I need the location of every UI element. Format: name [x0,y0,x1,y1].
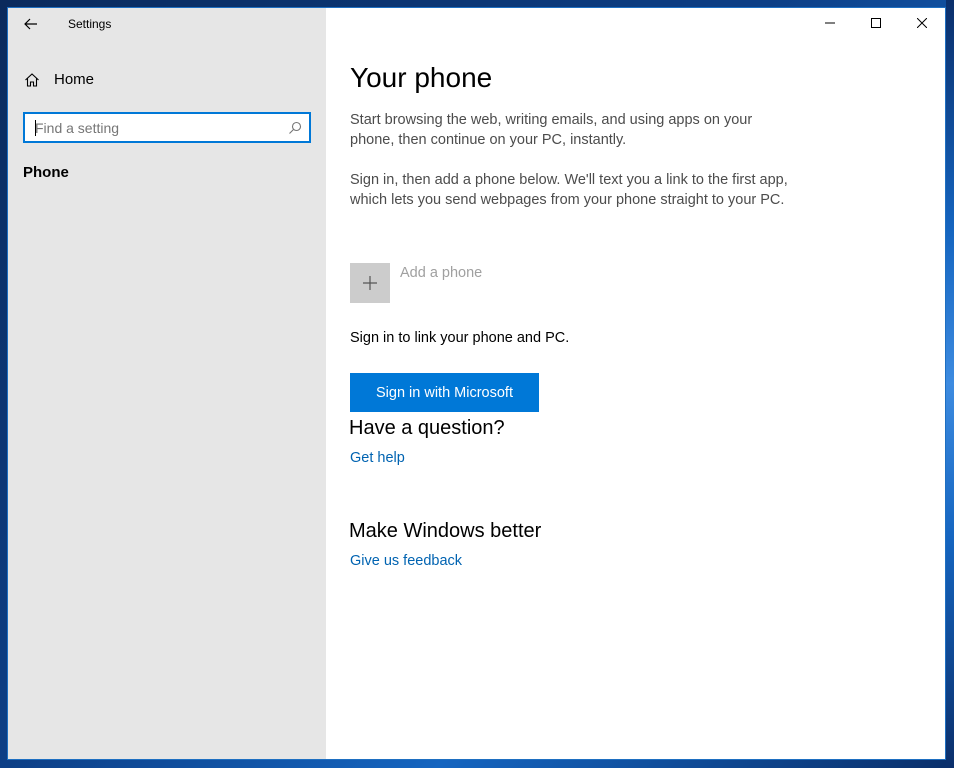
titlebar-left: Settings [8,8,326,40]
app-title: Settings [68,17,112,31]
signin-prompt: Sign in to link your phone and PC. [350,330,570,346]
minimize-button[interactable] [807,8,853,38]
search-icon[interactable] [288,121,302,135]
maximize-button[interactable] [853,8,899,38]
close-button[interactable] [899,8,945,38]
instructions-paragraph: Sign in, then add a phone below. We'll t… [350,172,788,208]
home-icon [25,73,39,87]
plus-icon [363,276,377,290]
sign-in-microsoft-button[interactable]: Sign in with Microsoft [350,373,539,412]
search-input[interactable] [25,114,281,141]
sidebar: Settings Home Phone [8,8,326,759]
close-icon [917,18,927,28]
text-caret [35,120,36,136]
intro-paragraph: Start browsing the web, writing emails, … [350,112,753,148]
back-button[interactable] [12,8,50,40]
search-box[interactable] [23,112,311,143]
add-phone-label: Add a phone [400,265,483,281]
page-title: Your phone [350,62,493,93]
home-nav-item[interactable]: Home [8,64,326,96]
maximize-icon [871,18,881,28]
minimize-icon [825,22,835,24]
windows-better-heading: Make Windows better [349,520,542,542]
sidebar-item-phone[interactable]: Phone [23,164,69,181]
add-phone-tile [350,263,390,303]
home-label: Home [54,71,95,88]
question-heading: Have a question? [349,417,505,439]
back-arrow-icon [24,18,37,30]
desktop-background [946,0,954,768]
settings-window: Settings Home Phone [7,7,946,760]
get-help-link[interactable]: Get help [350,450,405,466]
window-controls [807,8,945,38]
give-feedback-link[interactable]: Give us feedback [350,553,462,569]
add-phone-button[interactable]: Add a phone [350,263,482,303]
